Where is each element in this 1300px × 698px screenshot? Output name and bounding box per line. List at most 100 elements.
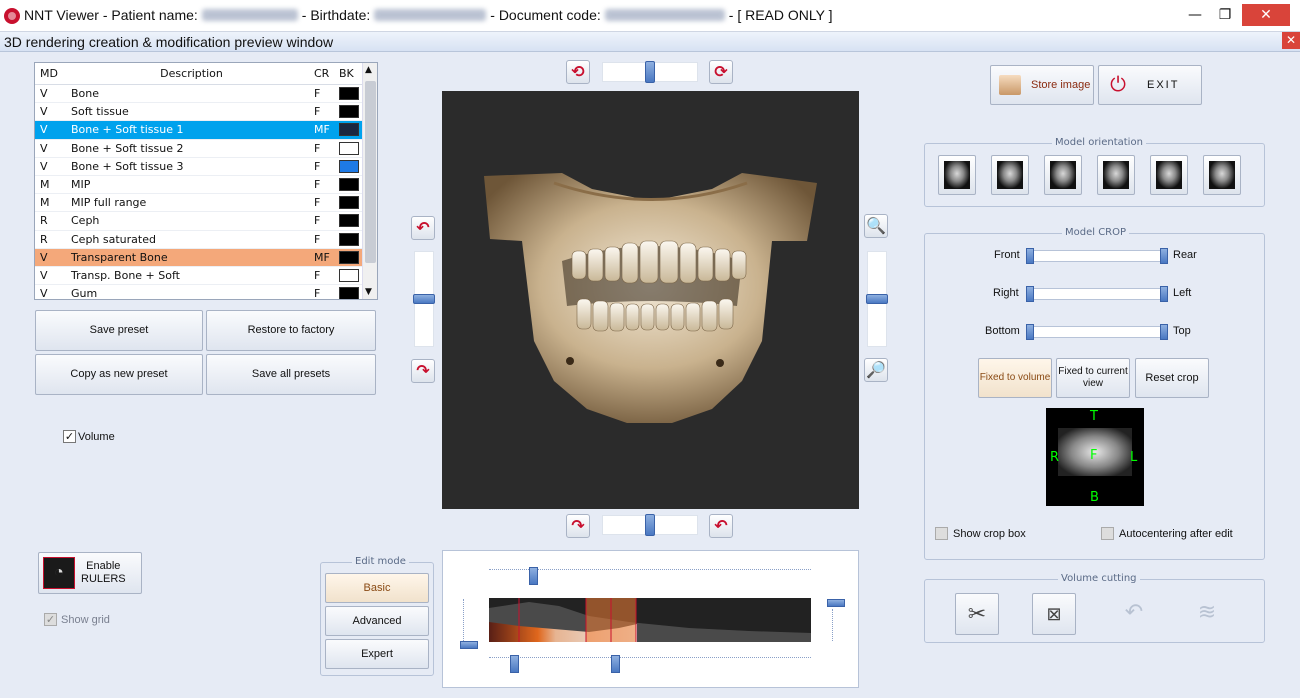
right-range-thumb[interactable] bbox=[827, 599, 845, 607]
crop-right-thumb[interactable] bbox=[1026, 286, 1034, 302]
preset-row[interactable]: R Ceph F bbox=[35, 212, 377, 231]
volume-checkbox[interactable]: ✓ bbox=[63, 430, 76, 443]
minimize-button[interactable]: — bbox=[1180, 4, 1210, 26]
rotate-ccw-icon[interactable]: ⟲ bbox=[566, 60, 590, 84]
preset-row[interactable]: M MIP full range F bbox=[35, 194, 377, 213]
background-color-swatch[interactable] bbox=[339, 141, 359, 155]
zoom-in-icon[interactable]: 🔎 bbox=[864, 358, 888, 382]
copy-preset-button[interactable]: Copy as new preset bbox=[35, 354, 203, 395]
save-preset-button[interactable]: Save preset bbox=[35, 310, 203, 351]
preset-row[interactable]: V Gum F bbox=[35, 285, 377, 299]
header-cr[interactable]: CR bbox=[312, 67, 339, 80]
show-grid-row[interactable]: ✓ Show grid bbox=[44, 613, 110, 626]
preset-list[interactable]: MD Description CR BK V Bone F V Soft tissue F… bbox=[34, 62, 378, 300]
crop-rear-thumb[interactable] bbox=[1160, 248, 1168, 264]
crop-left-thumb[interactable] bbox=[1160, 286, 1168, 302]
rotate-left-icon[interactable]: ↶ bbox=[411, 216, 435, 240]
top-rotation-thumb[interactable] bbox=[645, 61, 655, 83]
background-color-swatch[interactable] bbox=[339, 287, 359, 299]
preset-row[interactable]: V Soft tissue F bbox=[35, 103, 377, 122]
front-view-icon[interactable] bbox=[938, 155, 976, 195]
preset-row[interactable]: V Transparent Bone MF bbox=[35, 248, 377, 267]
reset-crop-button[interactable]: Reset crop bbox=[1135, 358, 1209, 398]
left-range-track[interactable] bbox=[463, 599, 467, 647]
restore-button[interactable]: ❐ bbox=[1210, 4, 1240, 26]
store-image-button[interactable]: Store image bbox=[990, 65, 1094, 105]
volume-checkbox-row[interactable]: ✓ Volume bbox=[63, 430, 115, 443]
right-range-track[interactable] bbox=[832, 609, 836, 641]
crop-bottom-top-slider[interactable] bbox=[1026, 324, 1168, 340]
show-crop-box-row[interactable]: Show crop box bbox=[935, 527, 1026, 540]
left-view-icon[interactable] bbox=[1044, 155, 1082, 195]
show-crop-box-checkbox[interactable] bbox=[935, 527, 948, 540]
preset-row[interactable]: V Bone + Soft tissue 3 F bbox=[35, 158, 377, 176]
left-range-thumb[interactable] bbox=[460, 641, 478, 649]
header-bk[interactable]: BK bbox=[339, 67, 363, 80]
preset-row[interactable]: R Ceph saturated F bbox=[35, 231, 377, 249]
scroll-up-icon[interactable]: ▲ bbox=[365, 65, 372, 75]
background-color-swatch[interactable] bbox=[339, 178, 359, 192]
bottom-view-icon[interactable] bbox=[991, 155, 1029, 195]
roll-right-icon[interactable]: ↶ bbox=[709, 514, 733, 538]
transfer-function-editor[interactable] bbox=[442, 550, 859, 688]
enable-rulers-button[interactable]: ◔ Enable RULERS bbox=[38, 552, 142, 594]
preset-row[interactable]: V Bone + Soft tissue 1 MF bbox=[35, 121, 377, 140]
left-rotation-thumb[interactable] bbox=[413, 294, 435, 304]
bottom-rotation-thumb[interactable] bbox=[645, 514, 655, 536]
bottom-low-thumb[interactable] bbox=[510, 655, 519, 673]
roll-left-icon[interactable]: ↷ bbox=[566, 514, 590, 538]
preset-row[interactable]: V Transp. Bone + Soft F bbox=[35, 267, 377, 286]
zoom-thumb[interactable] bbox=[866, 294, 888, 304]
background-color-swatch[interactable] bbox=[339, 123, 359, 137]
background-color-swatch[interactable] bbox=[339, 250, 359, 264]
crop-right-left-slider[interactable] bbox=[1026, 286, 1168, 302]
3d-render-viewport[interactable] bbox=[442, 91, 859, 509]
background-color-swatch[interactable] bbox=[339, 196, 359, 210]
background-color-swatch[interactable] bbox=[339, 159, 359, 173]
zoom-out-icon[interactable]: 🔍 bbox=[864, 214, 888, 238]
zoom-slider[interactable] bbox=[866, 251, 888, 347]
crop-front-thumb[interactable] bbox=[1026, 248, 1034, 264]
header-md[interactable]: MD bbox=[35, 67, 69, 80]
expert-mode-button[interactable]: Expert bbox=[325, 639, 429, 669]
top-view-icon[interactable] bbox=[1203, 155, 1241, 195]
histogram[interactable] bbox=[489, 598, 811, 642]
background-color-swatch[interactable] bbox=[339, 105, 359, 119]
rotate-cw-icon[interactable]: ⟳ bbox=[709, 60, 733, 84]
fixed-to-view-button[interactable]: Fixed to current view bbox=[1056, 358, 1130, 398]
back-view-icon[interactable] bbox=[1150, 155, 1188, 195]
scroll-down-icon[interactable]: ▼ bbox=[365, 287, 372, 297]
crop-cube-preview[interactable]: T B R L F bbox=[1046, 408, 1144, 506]
crop-front-rear-slider[interactable] bbox=[1026, 248, 1168, 264]
scroll-thumb[interactable] bbox=[365, 81, 376, 263]
preset-row[interactable]: V Bone + Soft tissue 2 F bbox=[35, 140, 377, 158]
preset-list-scrollbar[interactable]: ▲ ▼ bbox=[362, 63, 377, 299]
show-grid-checkbox[interactable]: ✓ bbox=[44, 613, 57, 626]
top-rotation-slider[interactable] bbox=[602, 61, 698, 83]
bottom-rotation-slider[interactable] bbox=[602, 514, 698, 536]
restore-factory-button[interactable]: Restore to factory bbox=[206, 310, 376, 351]
background-color-swatch[interactable] bbox=[339, 268, 359, 282]
subwindow-close-button[interactable]: ✕ bbox=[1282, 32, 1300, 49]
bottom-high-thumb[interactable] bbox=[611, 655, 620, 673]
right-view-icon[interactable] bbox=[1097, 155, 1135, 195]
crop-bottom-thumb[interactable] bbox=[1026, 324, 1034, 340]
basic-mode-button[interactable]: Basic bbox=[325, 573, 429, 603]
bottom-range-track[interactable] bbox=[489, 657, 811, 661]
preset-row[interactable]: M MIP F bbox=[35, 176, 377, 195]
close-window-button[interactable]: ✕ bbox=[1242, 4, 1290, 26]
exit-button[interactable]: ⏻ EXIT bbox=[1098, 65, 1202, 105]
crop-top-thumb[interactable] bbox=[1160, 324, 1168, 340]
advanced-mode-button[interactable]: Advanced bbox=[325, 606, 429, 636]
background-color-swatch[interactable] bbox=[339, 214, 359, 228]
cut-region-icon[interactable]: ⊠ bbox=[1032, 593, 1076, 635]
left-rotation-slider[interactable] bbox=[413, 251, 435, 347]
background-color-swatch[interactable] bbox=[339, 87, 359, 101]
autocentering-checkbox[interactable] bbox=[1101, 527, 1114, 540]
header-description[interactable]: Description bbox=[69, 67, 312, 80]
autocentering-row[interactable]: Autocentering after edit bbox=[1101, 527, 1233, 540]
fixed-to-volume-button[interactable]: Fixed to volume bbox=[978, 358, 1052, 398]
rotate-right-icon[interactable]: ↷ bbox=[411, 359, 435, 383]
scissors-icon[interactable]: ✂ bbox=[955, 593, 999, 635]
top-range-thumb[interactable] bbox=[529, 567, 538, 585]
